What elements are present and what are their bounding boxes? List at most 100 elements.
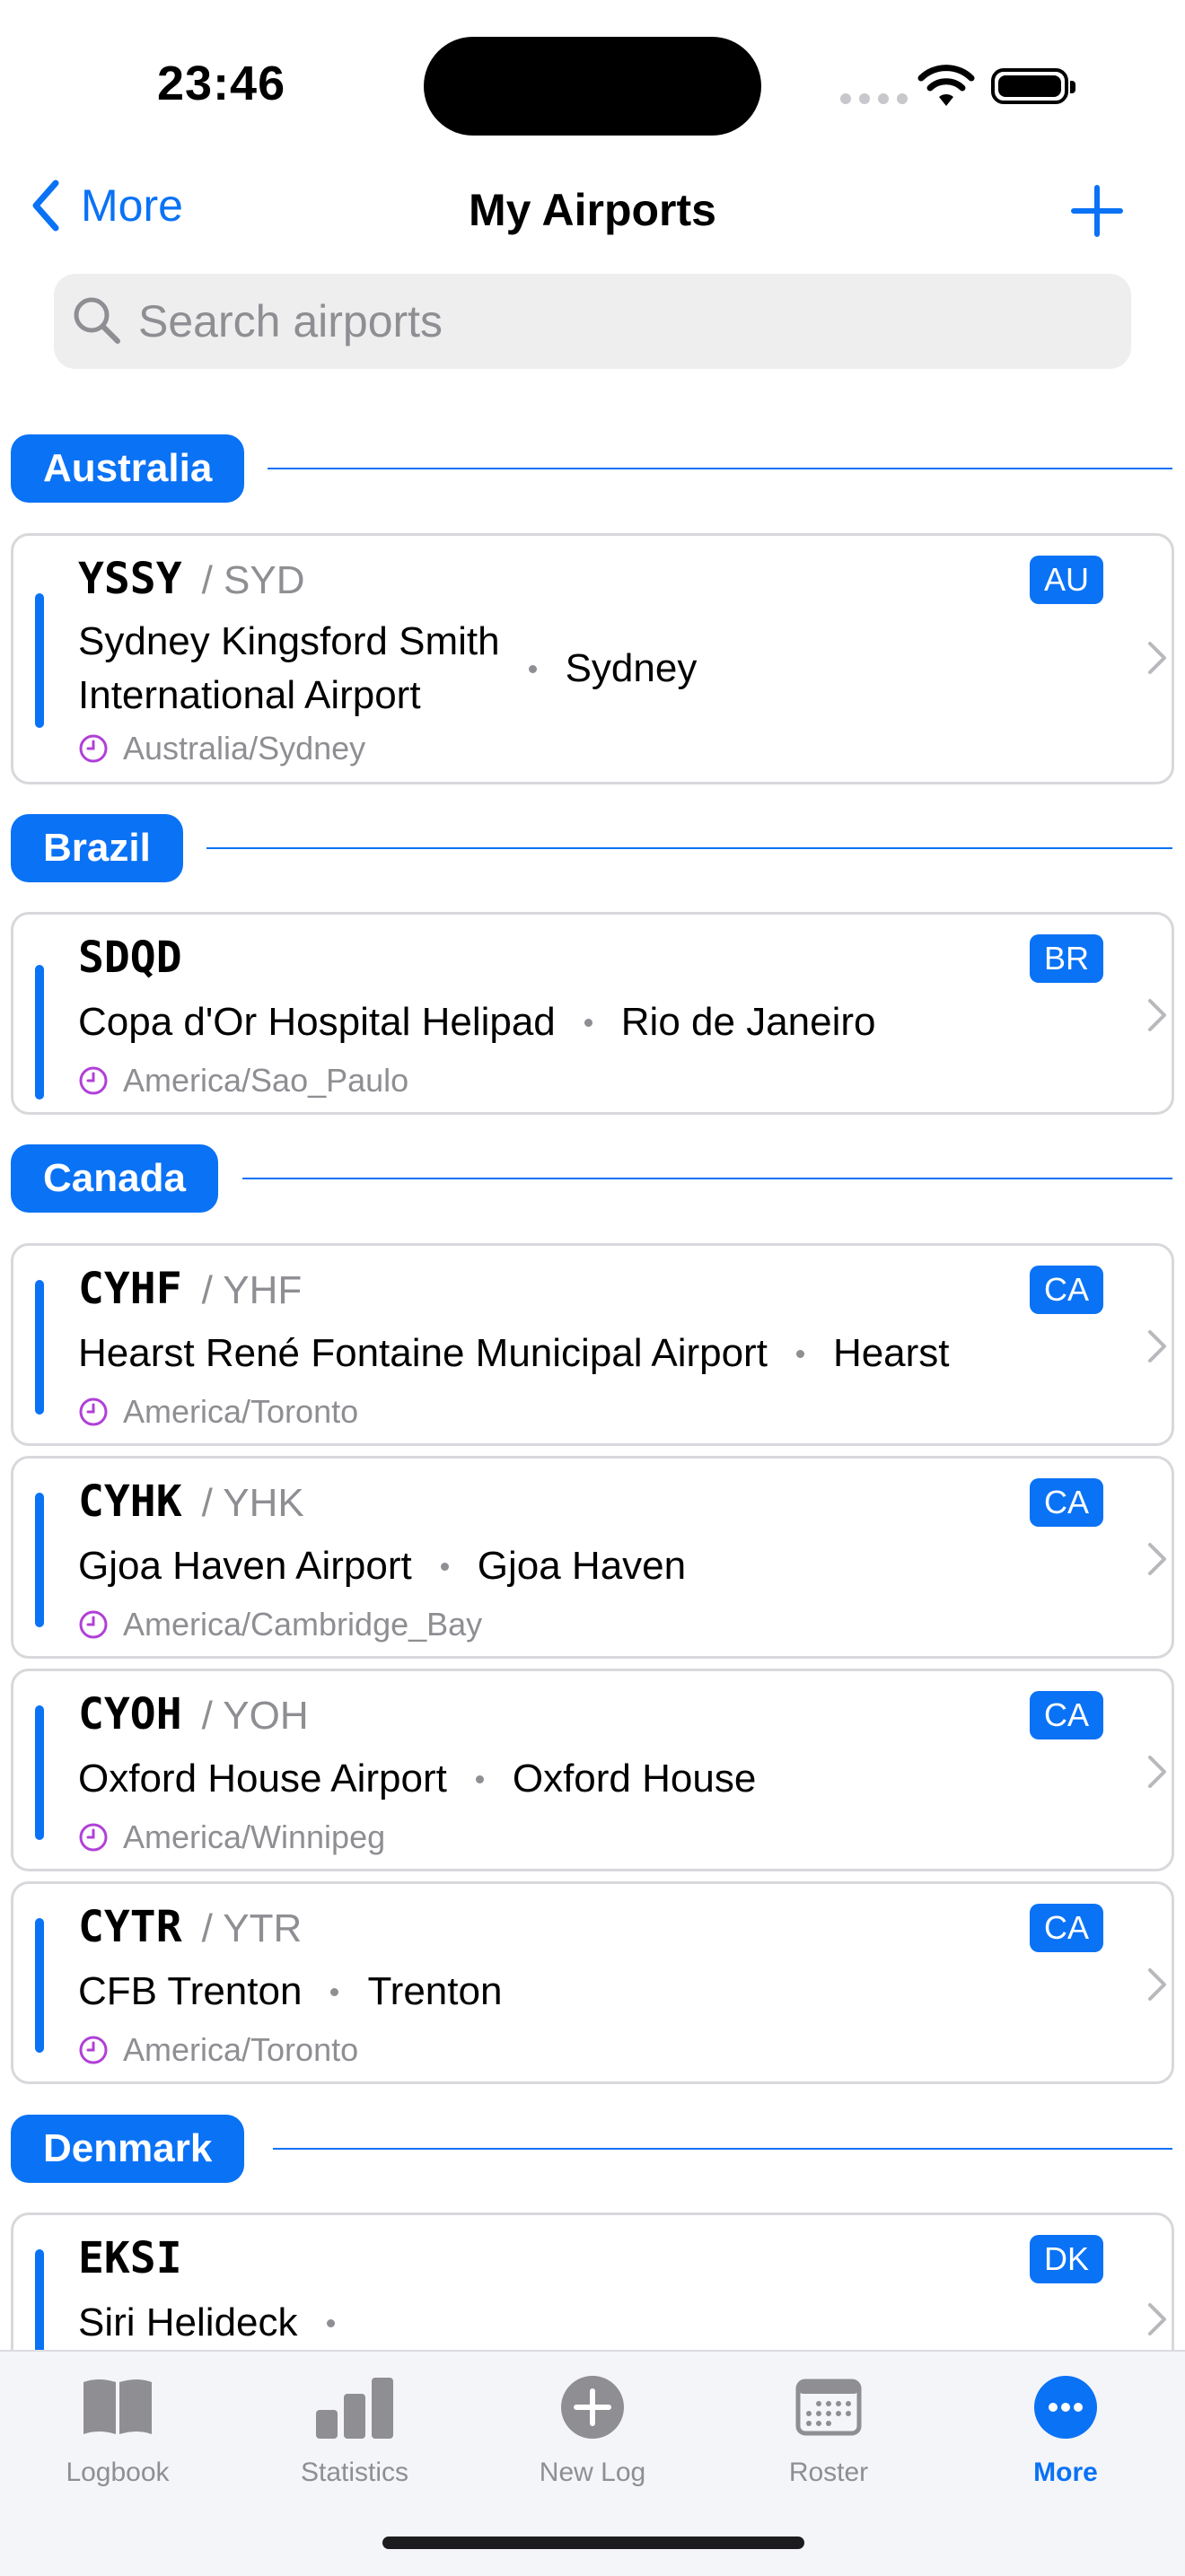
tab-label: New Log (539, 2458, 646, 2487)
iata-code: / YTR (201, 1906, 303, 1950)
card-accent (35, 593, 44, 728)
separator-dot (584, 1018, 592, 1027)
airport-name: Oxford House Airport (78, 1757, 447, 1801)
icao-code: SDQD (78, 933, 182, 983)
section-header-denmark: Denmark (11, 2115, 245, 2183)
card-accent (35, 1705, 44, 1840)
airport-city: Hearst (832, 1331, 950, 1375)
separator-dot (326, 2318, 335, 2327)
country-badge: BR (1029, 934, 1103, 983)
airport-card-cyhf[interactable]: CYHF / YHF CA Hearst René Fontaine Munic… (11, 1243, 1174, 1446)
airport-name: Hearst René Fontaine Municipal Airport (78, 1331, 768, 1375)
airport-name: Siri Helideck (78, 2300, 298, 2344)
battery-icon (991, 68, 1075, 104)
airport-name: CFB Trenton (78, 1969, 303, 2013)
airport-name: Copa d'Or Hospital Helipad (78, 1000, 556, 1044)
clock-icon (79, 1398, 108, 1426)
card-accent (35, 1280, 44, 1415)
ellipsis-circle-icon (1034, 2376, 1097, 2439)
status-time: 23:46 (157, 57, 286, 110)
icao-code: CYOH (78, 1689, 182, 1739)
chevron-right-icon (1148, 1543, 1166, 1575)
tab-label: Logbook (66, 2458, 170, 2487)
chevron-right-icon (1148, 642, 1166, 674)
clock-icon (79, 2036, 108, 2064)
airport-city: Oxford House (512, 1757, 757, 1801)
icao-code: YSSY (78, 554, 182, 604)
separator-dot (330, 1987, 339, 1996)
page-title: My Airports (469, 185, 716, 235)
airport-timezone: America/Toronto (123, 1393, 359, 1430)
airport-city: Sydney (565, 646, 698, 690)
section-header-canada: Canada (11, 1144, 218, 1213)
tab-logbook[interactable]: Logbook (28, 2371, 207, 2488)
airport-city: Rio de Janeiro (620, 1000, 876, 1044)
icao-code: CYHF (78, 1264, 182, 1314)
icao-code: EKSI (78, 2233, 182, 2283)
airport-name-line2: International Airport (78, 673, 421, 717)
separator-dot (440, 1562, 449, 1571)
section-divider (273, 2148, 1172, 2150)
icao-code: CYHK (78, 1476, 182, 1527)
tab-label: Statistics (300, 2458, 409, 2487)
card-accent (35, 965, 44, 1100)
country-badge: CA (1029, 1904, 1103, 1952)
tab-new-log[interactable]: New Log (503, 2371, 682, 2488)
add-airport-button[interactable] (1070, 184, 1124, 238)
clock-icon (79, 734, 108, 763)
chevron-right-icon (1148, 999, 1166, 1031)
separator-dot (528, 664, 537, 673)
separator-dot (795, 1349, 804, 1358)
separator-dot (475, 1774, 484, 1783)
clock-icon (79, 1610, 108, 1639)
search-input[interactable] (138, 274, 1108, 369)
calendar-icon (795, 2379, 862, 2436)
airport-card-cyhk[interactable]: CYHK / YHK CA Gjoa Haven Airport Gjoa Ha… (11, 1456, 1174, 1659)
dynamic-island (424, 37, 761, 136)
bar-chart-icon (316, 2378, 393, 2439)
airport-timezone: America/Sao_Paulo (123, 1062, 409, 1099)
country-badge: AU (1029, 556, 1103, 604)
section-divider (268, 468, 1172, 469)
airport-card-sdqd[interactable]: SDQD BR Copa d'Or Hospital Helipad Rio d… (11, 912, 1174, 1115)
chevron-right-icon (1148, 2303, 1166, 2335)
airport-name-line1: Sydney Kingsford Smith (78, 619, 500, 663)
tab-label: More (1033, 2458, 1098, 2487)
airport-timezone: America/Toronto (123, 2031, 359, 2068)
airport-card-cytr[interactable]: CYTR / YTR CA CFB Trenton Trenton Americ… (11, 1881, 1174, 2084)
clock-icon (79, 1066, 108, 1095)
chevron-right-icon (1148, 1756, 1166, 1788)
book-icon (83, 2379, 152, 2434)
wifi-icon (917, 65, 975, 106)
airport-timezone: Australia/Sydney (123, 730, 366, 767)
icao-code: CYTR (78, 1902, 182, 1952)
plus-circle-icon (561, 2376, 624, 2439)
airport-timezone: America/Winnipeg (123, 1818, 386, 1855)
iata-code: / YOH (201, 1694, 309, 1738)
search-bar[interactable] (54, 274, 1131, 369)
section-header-brazil: Brazil (11, 814, 183, 882)
airport-name: Gjoa Haven Airport (78, 1544, 412, 1588)
iata-code: / YHK (201, 1481, 304, 1525)
airport-card-yssy[interactable]: YSSY / SYD AU Sydney Kingsford Smith Int… (11, 533, 1174, 784)
section-header-australia: Australia (11, 434, 245, 503)
tab-statistics[interactable]: Statistics (265, 2371, 444, 2488)
clock-icon (79, 1823, 108, 1852)
country-badge: DK (1029, 2235, 1103, 2283)
home-indicator (382, 2537, 804, 2549)
cellular-signal-icon (840, 93, 908, 104)
chevron-right-icon (1148, 1968, 1166, 2001)
iata-code: / SYD (201, 558, 305, 602)
airport-city: Trenton (367, 1969, 503, 2013)
country-badge: CA (1029, 1266, 1103, 1314)
country-badge: CA (1029, 1478, 1103, 1527)
section-divider (206, 847, 1172, 849)
tab-roster[interactable]: Roster (739, 2371, 918, 2488)
chevron-right-icon (1148, 1330, 1166, 1362)
card-accent (35, 1918, 44, 2053)
tab-more[interactable]: More (976, 2371, 1155, 2488)
search-icon (74, 297, 120, 344)
section-divider (242, 1178, 1172, 1179)
airport-card-cyoh[interactable]: CYOH / YOH CA Oxford House Airport Oxfor… (11, 1669, 1174, 1871)
iata-code: / YHF (201, 1268, 303, 1312)
